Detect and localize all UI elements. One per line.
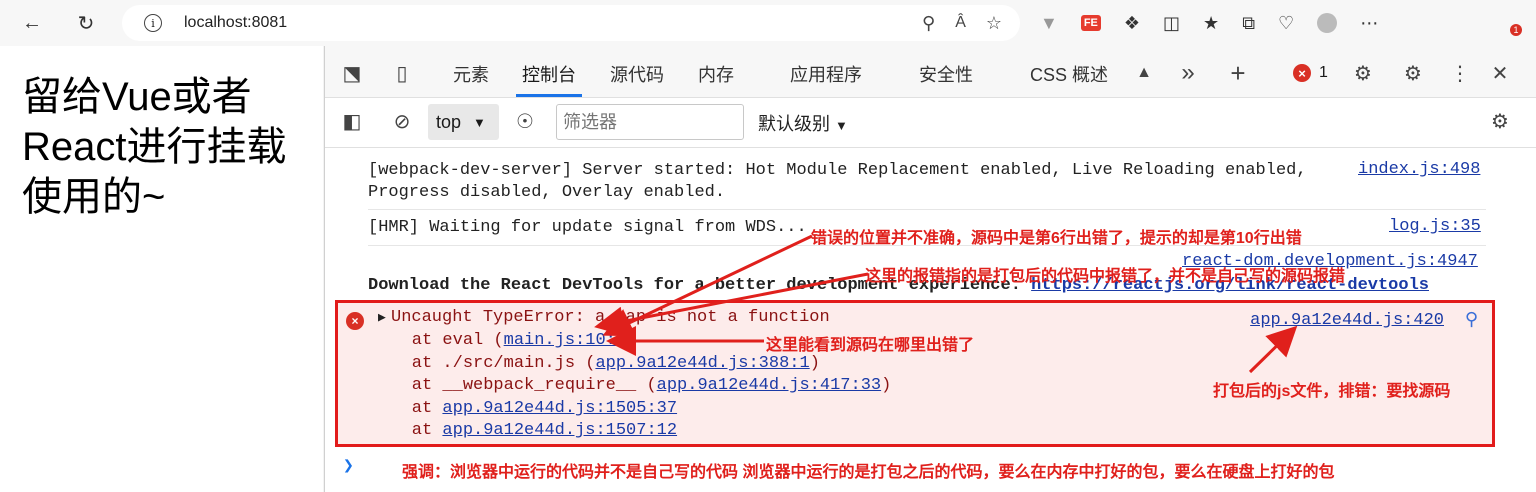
collections-icon[interactable]: ⧉ — [1242, 13, 1255, 34]
device-toolbar-icon[interactable]: ▯ — [387, 58, 417, 88]
settings-gear-icon[interactable]: ⚙ — [1398, 58, 1428, 88]
source-link-log[interactable]: log.js:35 — [1389, 217, 1481, 236]
source-link-index[interactable]: index.js:498 — [1358, 160, 1480, 179]
profile-avatar-icon[interactable] — [1317, 13, 1338, 33]
split-screen-icon[interactable]: ◫ — [1163, 13, 1180, 34]
annotation-emphasis: 强调：浏览器中运行的代码并不是自己写的代码 浏览器中运行的是打包之后的代码，要么… — [402, 464, 1335, 481]
log-levels-dropdown[interactable]: 默认级别 ▼ — [758, 110, 848, 136]
context-select[interactable]: top ▼ — [428, 104, 499, 140]
message-1-line-2: Progress disabled, Overlay enabled. — [368, 183, 726, 202]
context-value: top — [436, 111, 462, 132]
error-source-link[interactable]: app.9a12e44d.js:420 — [1250, 311, 1444, 330]
expand-triangle-icon[interactable]: ▶ — [378, 307, 386, 330]
page-viewport: 留给Vue或者React进行挂载使用的~ — [0, 46, 323, 492]
more-menu-icon[interactable]: ⋯ — [1360, 13, 1378, 34]
devtools-tabbar: ⬔ ▯ 元素 控制台 源代码 内存 应用程序 安全性 CSS 概述 ▲ » + … — [325, 46, 1536, 98]
site-info-icon[interactable]: i — [144, 14, 162, 32]
chevron-down-icon: ▼ — [835, 118, 848, 133]
clear-console-icon[interactable]: ⊘ — [387, 106, 417, 136]
notification-badge: 1 — [1510, 24, 1522, 36]
divider — [368, 209, 1486, 210]
browser-toolbar: ← ↻ i localhost:8081 ⚲ Â ☆ ▼ FE ❖ ◫ ★ ⧉… — [0, 0, 1536, 46]
read-aloud-icon[interactable]: Â — [955, 14, 966, 32]
extension-icons: ▼ FE ❖ ◫ ★ ⧉ ♡ ⋯ — [1040, 0, 1378, 46]
stack-frame: at ./src/main.js (app.9a12e44d.js:388:1) — [371, 354, 820, 373]
error-icon: × — [1293, 64, 1311, 82]
stack-frame: at app.9a12e44d.js:1505:37 — [371, 399, 678, 418]
annotation-bundled-error: 这里的报错指的是打包后的代码中报错了，并不是自己写的源码报错 — [865, 268, 1346, 285]
message-1-line-1: [webpack-dev-server] Server started: Hot… — [368, 161, 1307, 180]
console-filter-bar: ◧ ⊘ top ▼ ☉ 默认级别 ▼ ⚙ — [325, 98, 1536, 148]
annotation-bundled-file: 打包后的js文件，排错：要找源码 — [1213, 383, 1451, 400]
screenshot: ← ↻ i localhost:8081 ⚲ Â ☆ ▼ FE ❖ ◫ ★ ⧉… — [0, 0, 1536, 492]
tab-sources[interactable]: 源代码 — [610, 61, 664, 95]
console-prompt-icon[interactable]: ❯ — [343, 455, 354, 477]
tab-security[interactable]: 安全性 — [919, 61, 973, 95]
tab-css-overview[interactable]: CSS 概述 — [1030, 61, 1108, 95]
search-icon[interactable]: ⚲ — [1465, 309, 1478, 330]
error-count-indicator[interactable]: × 1 — [1293, 64, 1328, 82]
back-icon[interactable]: ← — [14, 5, 50, 41]
sidebar-toggle-icon[interactable]: ◧ — [337, 106, 367, 136]
filter-input[interactable] — [556, 104, 744, 140]
tab-application[interactable]: 应用程序 — [790, 61, 862, 95]
flask-icon: ▲ — [1136, 64, 1152, 81]
console-settings-gear-icon[interactable]: ⚙ — [1485, 106, 1515, 136]
extensions-puzzle-icon[interactable]: ❖ — [1124, 13, 1140, 34]
stack-frame: at __webpack_require__ (app.9a12e44d.js:… — [371, 376, 892, 395]
tab-memory[interactable]: 内存 — [698, 61, 734, 95]
more-tabs-icon[interactable]: » — [1173, 58, 1203, 88]
error-count: 1 — [1319, 64, 1328, 81]
console-output: [webpack-dev-server] Server started: Hot… — [325, 149, 1536, 492]
zoom-icon[interactable]: ⚲ — [922, 13, 935, 34]
vue-devtools-icon[interactable]: ▼ — [1040, 13, 1058, 34]
tab-elements[interactable]: 元素 — [453, 61, 489, 95]
stack-link[interactable]: app.9a12e44d.js:417:33 — [657, 376, 881, 395]
chevron-down-icon: ▼ — [473, 114, 486, 130]
annotation-source-location: 这里能看到源码在哪里出错了 — [766, 337, 975, 354]
close-devtools-icon[interactable]: ✕ — [1485, 58, 1515, 88]
health-icon[interactable]: ♡ — [1278, 13, 1294, 34]
page-headline: 留给Vue或者React进行挂载使用的~ — [22, 75, 287, 219]
console-message-1: [webpack-dev-server] Server started: Hot… — [368, 160, 1307, 204]
log-levels-label: 默认级别 — [758, 114, 830, 134]
address-url[interactable]: localhost:8081 — [184, 14, 287, 32]
feedback-icon[interactable]: ⚙ — [1348, 58, 1378, 88]
console-message-2: [HMR] Waiting for update signal from WDS… — [368, 218, 807, 237]
stack-frame: at app.9a12e44d.js:1507:12 — [371, 421, 678, 440]
error-title: Uncaught TypeError: a.map is not a funct… — [391, 308, 830, 327]
tab-console[interactable]: 控制台 — [516, 61, 582, 97]
devtools-menu-icon[interactable]: ⋮ — [1445, 58, 1475, 88]
error-icon: × — [346, 312, 364, 330]
address-bar[interactable]: i localhost:8081 ⚲ Â ☆ — [122, 5, 1020, 41]
live-expression-eye-icon[interactable]: ☉ — [510, 106, 540, 136]
stack-link[interactable]: app.9a12e44d.js:1507:12 — [442, 421, 677, 440]
stack-link[interactable]: app.9a12e44d.js:388:1 — [595, 354, 809, 373]
add-tab-icon[interactable]: + — [1223, 58, 1253, 88]
annotation-wrong-line: 错误的位置并不准确，源码中是第6行出错了，提示的却是第10行出错 — [811, 230, 1302, 247]
stack-frame: at eval (main.js:10:3) — [371, 331, 637, 350]
reload-icon[interactable]: ↻ — [68, 5, 104, 41]
stack-link[interactable]: app.9a12e44d.js:1505:37 — [442, 399, 677, 418]
favorite-star-icon[interactable]: ☆ — [986, 13, 1002, 34]
favorites-list-icon[interactable]: ★ — [1203, 13, 1219, 34]
stack-link-main[interactable]: main.js:10:3 — [504, 331, 626, 350]
fe-helper-icon[interactable]: FE — [1080, 15, 1101, 31]
error-message: × ▶ Uncaught TypeError: a.map is not a f… — [335, 300, 1495, 447]
inspect-element-icon[interactable]: ⬔ — [337, 58, 367, 88]
